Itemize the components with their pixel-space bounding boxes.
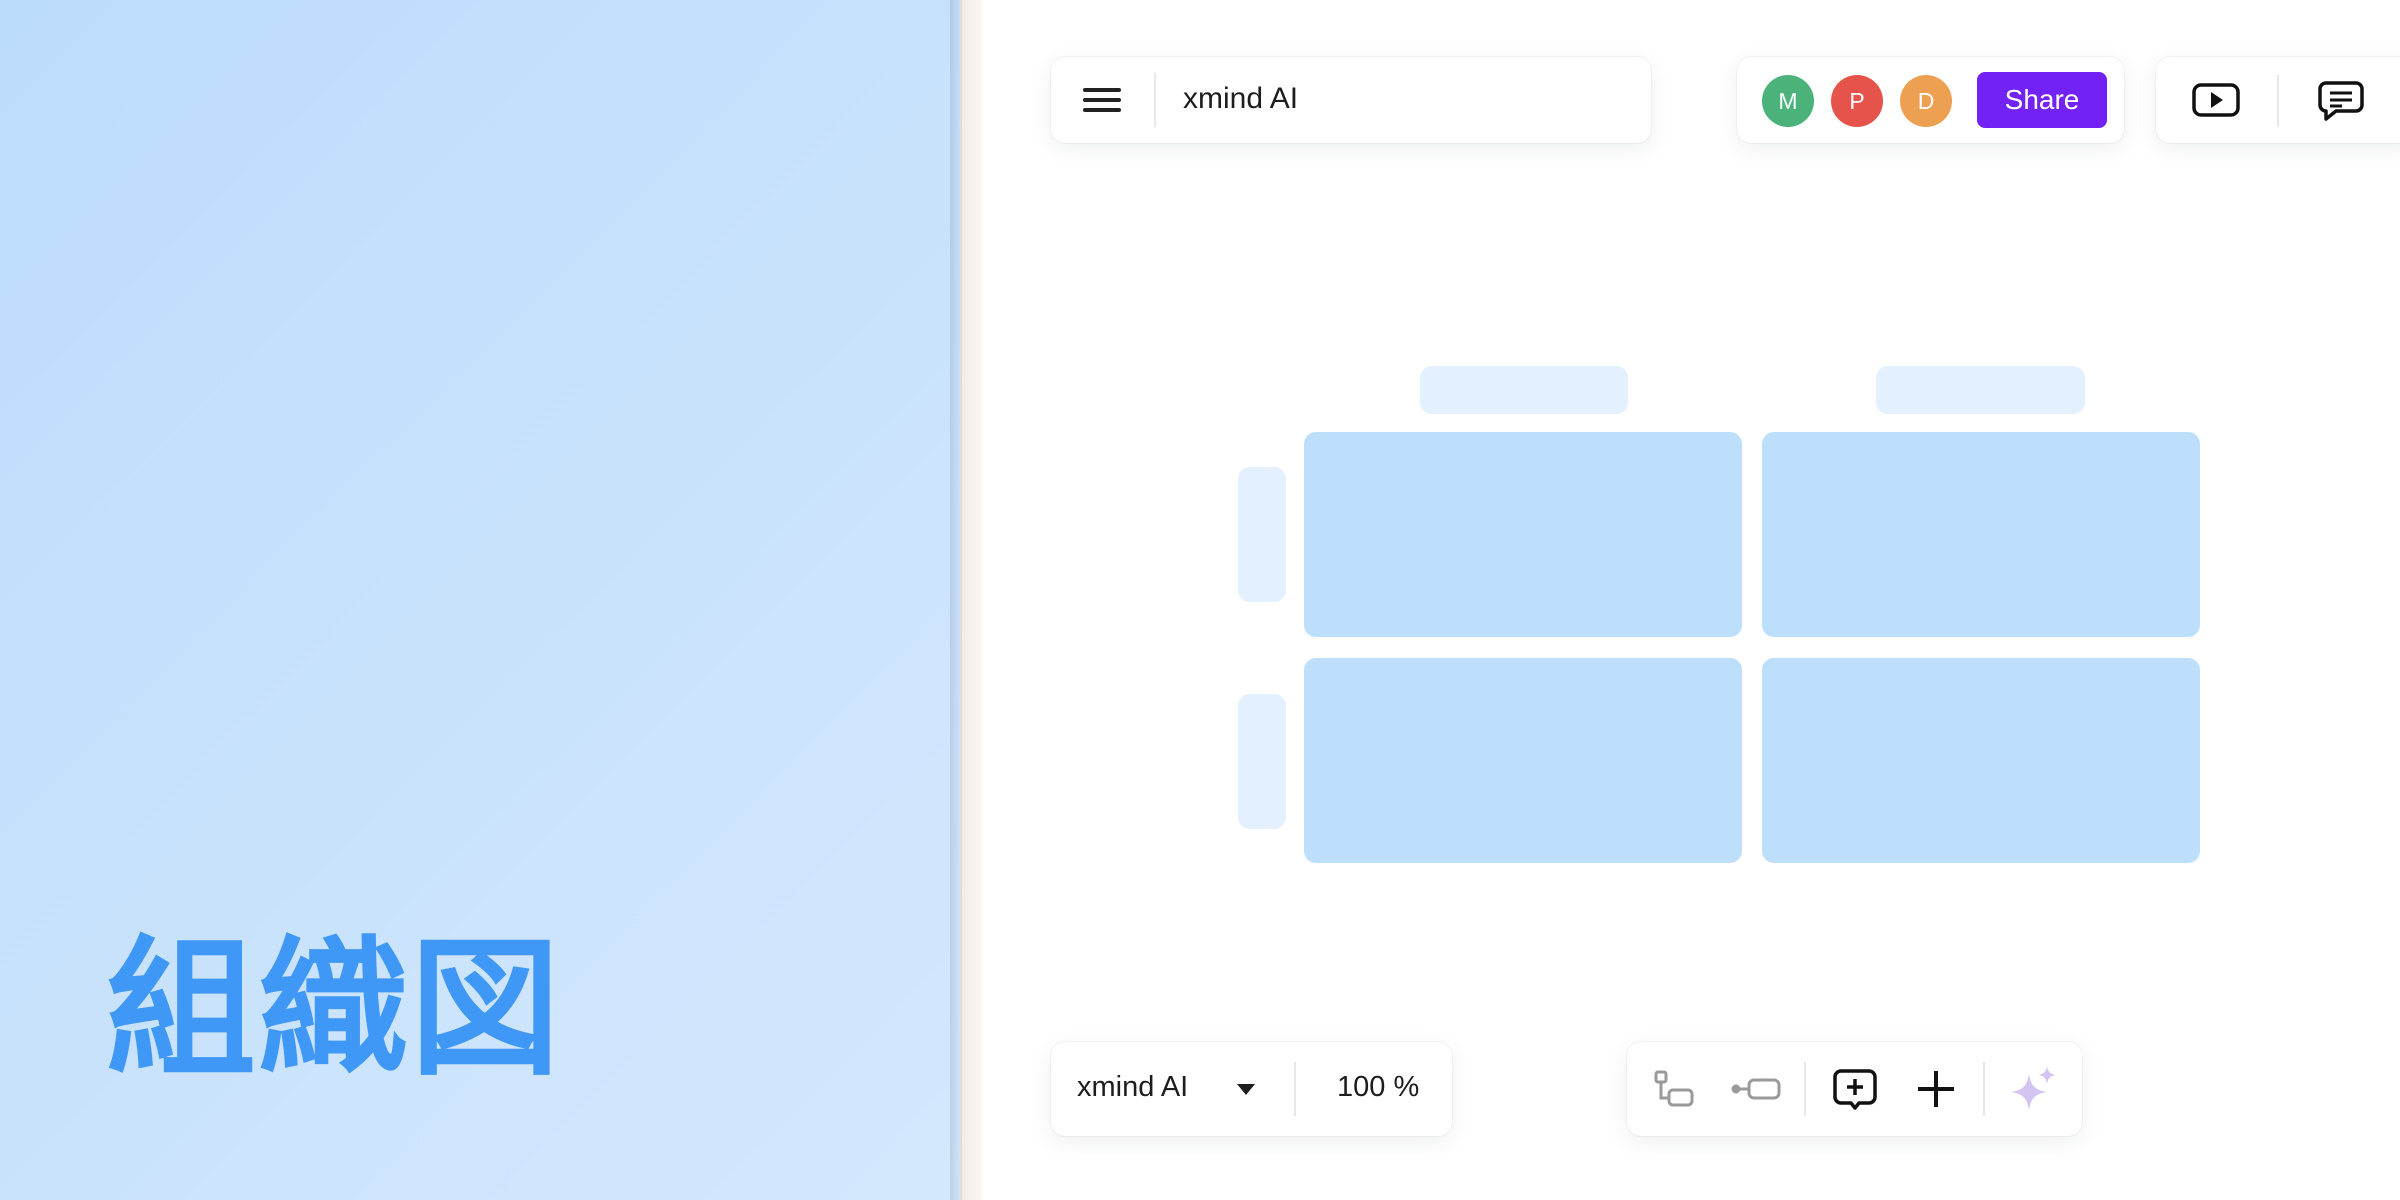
cell-r2c1[interactable] [1304, 658, 1742, 863]
menu-icon[interactable] [1083, 86, 1121, 114]
window-edge [960, 0, 984, 1200]
row-header-2[interactable] [1238, 694, 1286, 829]
insert-toolbar [1627, 1042, 2082, 1136]
subtopic-icon[interactable] [1653, 1068, 1695, 1110]
column-header-2[interactable] [1876, 366, 2085, 414]
collaboration-bar: M P D Share [1737, 57, 2124, 143]
zoom-level[interactable]: 100 % [1337, 1071, 1419, 1104]
avatar-d[interactable]: D [1900, 75, 1952, 127]
share-button[interactable]: Share [1977, 72, 2107, 128]
column-header-1[interactable] [1420, 366, 1628, 414]
view-toolbar [2156, 57, 2400, 143]
tools-separator-1 [1804, 1062, 1806, 1116]
title-bar: xmind AI [1051, 57, 1651, 143]
ai-sparkle-icon[interactable] [2009, 1064, 2059, 1114]
cell-r2c2[interactable] [1762, 658, 2200, 863]
document-title[interactable]: xmind AI [1183, 82, 1298, 116]
toolbar-separator [2277, 75, 2279, 127]
promo-panel: 組織図 [0, 0, 960, 1200]
comment-icon[interactable] [2318, 79, 2364, 121]
avatar-p[interactable]: P [1831, 75, 1883, 127]
cell-r1c1[interactable] [1304, 432, 1742, 637]
floating-topic-icon[interactable] [1730, 1068, 1782, 1110]
style-zoom-bar: xmind AI 100 % [1051, 1042, 1452, 1136]
tools-separator-2 [1983, 1062, 1985, 1116]
promo-title: 組織図 [106, 923, 563, 1097]
chevron-down-icon[interactable] [1237, 1084, 1255, 1095]
avatar-m[interactable]: M [1762, 75, 1814, 127]
zoom-separator [1294, 1062, 1296, 1116]
add-icon[interactable] [1915, 1068, 1957, 1110]
row-header-1[interactable] [1238, 467, 1286, 602]
title-separator [1154, 73, 1156, 127]
play-presentation-icon[interactable] [2192, 79, 2240, 121]
insert-topic-icon[interactable] [1832, 1066, 1878, 1112]
cell-r1c2[interactable] [1762, 432, 2200, 637]
style-selector-label[interactable]: xmind AI [1077, 1071, 1188, 1104]
